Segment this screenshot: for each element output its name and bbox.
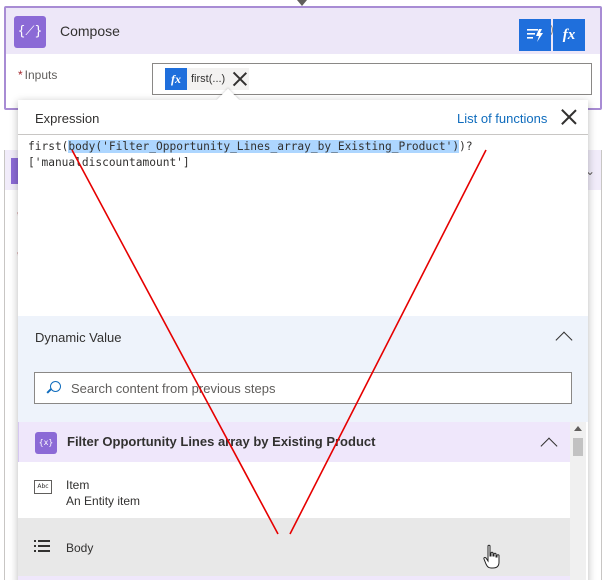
code-prefix: first(	[28, 140, 69, 153]
add-expression-button[interactable]: fx	[553, 19, 585, 51]
expression-popup: Expression List of functions first(body(…	[18, 88, 588, 580]
inputs-label-text: Inputs	[24, 68, 58, 82]
chevron-up-icon[interactable]	[555, 331, 573, 349]
scroll-thumb[interactable]	[573, 438, 583, 456]
search-input[interactable]	[71, 373, 561, 403]
search-icon	[46, 381, 61, 395]
scrollbar[interactable]	[570, 422, 586, 580]
dynamic-content-buttons: fx	[519, 19, 585, 51]
search-box[interactable]	[34, 372, 572, 404]
hand-cursor-icon	[483, 544, 500, 569]
token-remove-icon[interactable]	[231, 70, 249, 88]
list-of-functions-link[interactable]: List of functions	[457, 111, 547, 126]
list-icon	[34, 540, 50, 552]
expression-tab[interactable]: Expression	[35, 111, 99, 126]
code-suffix: )?	[459, 140, 473, 153]
chevron-up-icon[interactable]	[540, 437, 558, 455]
scroll-up-icon[interactable]	[574, 426, 582, 431]
inputs-field[interactable]: fx first(...)	[152, 63, 592, 95]
compose-action-icon: {⟋}	[14, 16, 46, 48]
add-dynamic-content-button[interactable]	[519, 19, 551, 51]
expression-code: first(body('Filter_Opportunity_Lines_arr…	[28, 139, 473, 171]
filter-group-header[interactable]: {x} Filter Opportunity Lines array by Ex…	[18, 422, 570, 462]
expression-editor[interactable]: first(body('Filter_Opportunity_Lines_arr…	[18, 134, 588, 312]
expression-header: Expression List of functions	[18, 100, 588, 134]
fx-icon: fx	[165, 68, 187, 90]
filter-group-title: Filter Opportunity Lines array by Existi…	[67, 434, 376, 449]
compose-card: {⟋} Compose * Inputs fx first(...)	[4, 6, 602, 110]
dynamic-search-area	[18, 358, 588, 422]
text-type-icon: Abc	[34, 480, 52, 494]
variable-icon: {x}	[35, 432, 57, 454]
close-icon[interactable]	[560, 108, 578, 126]
code-line-2: ['manualdiscountamount']	[28, 156, 190, 169]
dynamic-value-title: Dynamic Value	[35, 330, 122, 345]
expression-token[interactable]: fx first(...)	[165, 68, 250, 90]
add-dynamic-content-icon	[527, 29, 543, 42]
list-item-description: An Entity item	[66, 494, 141, 508]
list-item-next[interactable]	[18, 576, 570, 580]
list-item-title: Body	[66, 541, 94, 555]
list-item-title: Item	[66, 478, 90, 492]
list-item-item[interactable]: Abc Item An Entity item	[18, 462, 570, 518]
inputs-label: * Inputs	[18, 68, 57, 82]
token-text: first(...)	[191, 73, 226, 85]
code-highlight: body('Filter_Opportunity_Lines_array_by_…	[68, 140, 460, 153]
dynamic-value-header[interactable]: Dynamic Value	[18, 316, 588, 358]
compose-title: Compose	[60, 23, 120, 39]
required-mark: *	[18, 68, 23, 82]
compose-header[interactable]: {⟋} Compose	[6, 8, 600, 54]
stage: {⟋} Compose * Inputs fx first(...) fx ⌄ …	[0, 0, 610, 580]
